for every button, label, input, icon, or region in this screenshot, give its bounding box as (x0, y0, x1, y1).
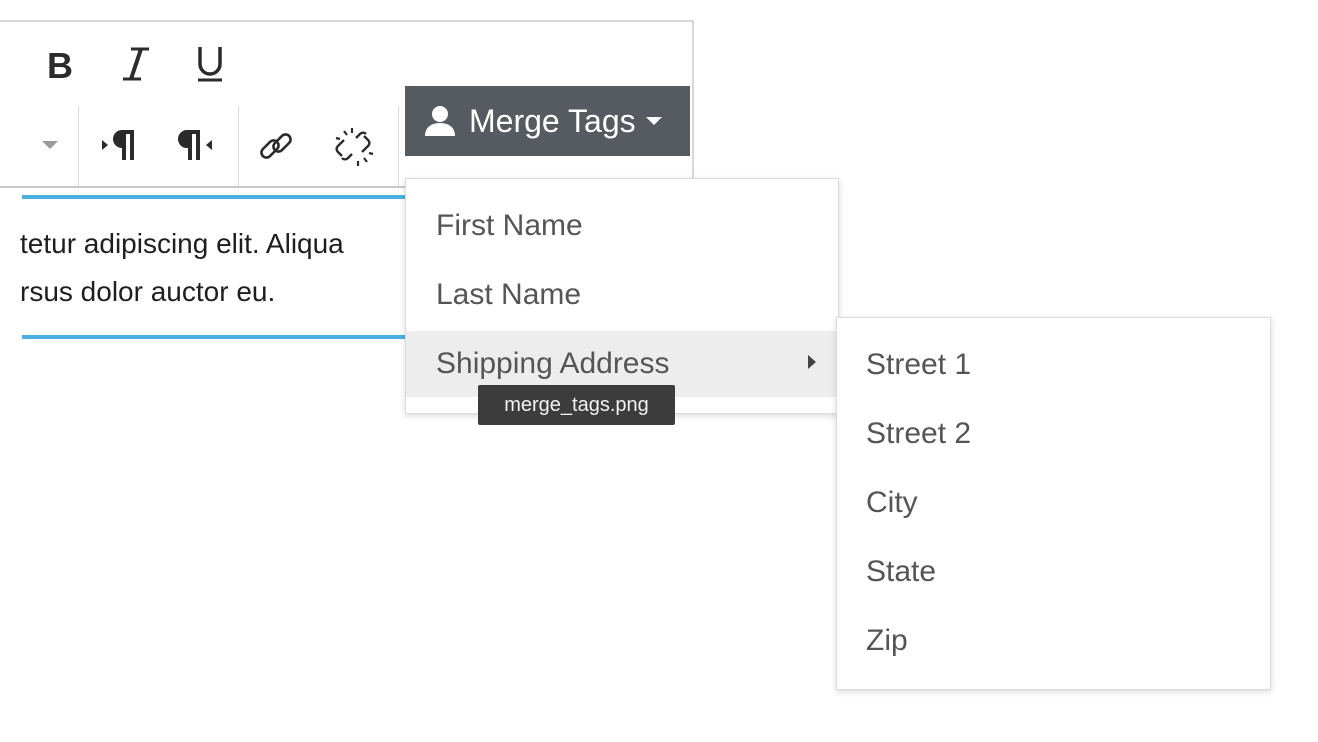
toolbar-separator (238, 106, 239, 186)
link-icon (256, 126, 296, 171)
editor-text-line[interactable]: rsus dolor auctor eu. (20, 276, 275, 308)
submenu-item-street-1[interactable]: Street 1 (837, 332, 1270, 398)
merge-tags-menu: First Name Last Name Shipping Address (405, 178, 839, 414)
submenu-item-state[interactable]: State (837, 539, 1270, 605)
chevron-down-icon (41, 137, 59, 155)
ltr-button[interactable] (98, 126, 138, 168)
paragraph-rtl-icon (174, 126, 214, 169)
editor-text-line[interactable]: tetur adipiscing elit. Aliqua (20, 228, 344, 260)
shipping-address-submenu: Street 1 Street 2 City State Zip (836, 317, 1271, 690)
menu-item-last-name[interactable]: Last Name (406, 262, 838, 328)
unlink-button[interactable] (330, 126, 378, 170)
submenu-item-street-2[interactable]: Street 2 (837, 401, 1270, 467)
toolbar-separator (78, 106, 79, 186)
format-dropdown-caret[interactable] (38, 134, 62, 158)
submenu-item-city[interactable]: City (837, 470, 1270, 536)
bold-button[interactable]: B (38, 44, 82, 88)
filename-tooltip: merge_tags.png (478, 385, 675, 425)
menu-item-first-name[interactable]: First Name (406, 193, 838, 259)
user-icon (423, 105, 457, 137)
menu-item-label: Shipping Address (436, 347, 670, 380)
submenu-item-zip[interactable]: Zip (837, 608, 1270, 674)
merge-tags-label: Merge Tags (469, 102, 636, 139)
unlink-icon (332, 124, 376, 173)
editor-focus-line-bottom (22, 335, 422, 339)
chevron-down-icon (645, 116, 662, 126)
rtl-button[interactable] (172, 126, 216, 168)
link-button[interactable] (254, 126, 298, 170)
paragraph-ltr-icon (100, 126, 136, 169)
underline-button[interactable] (188, 44, 232, 88)
underline-icon (195, 44, 225, 89)
italic-button[interactable] (114, 44, 158, 88)
editor-focus-line-top (22, 195, 422, 199)
italic-icon (121, 45, 151, 88)
chevron-right-icon (808, 355, 816, 369)
merge-tags-button[interactable]: Merge Tags (405, 86, 690, 156)
toolbar-separator (398, 106, 399, 186)
